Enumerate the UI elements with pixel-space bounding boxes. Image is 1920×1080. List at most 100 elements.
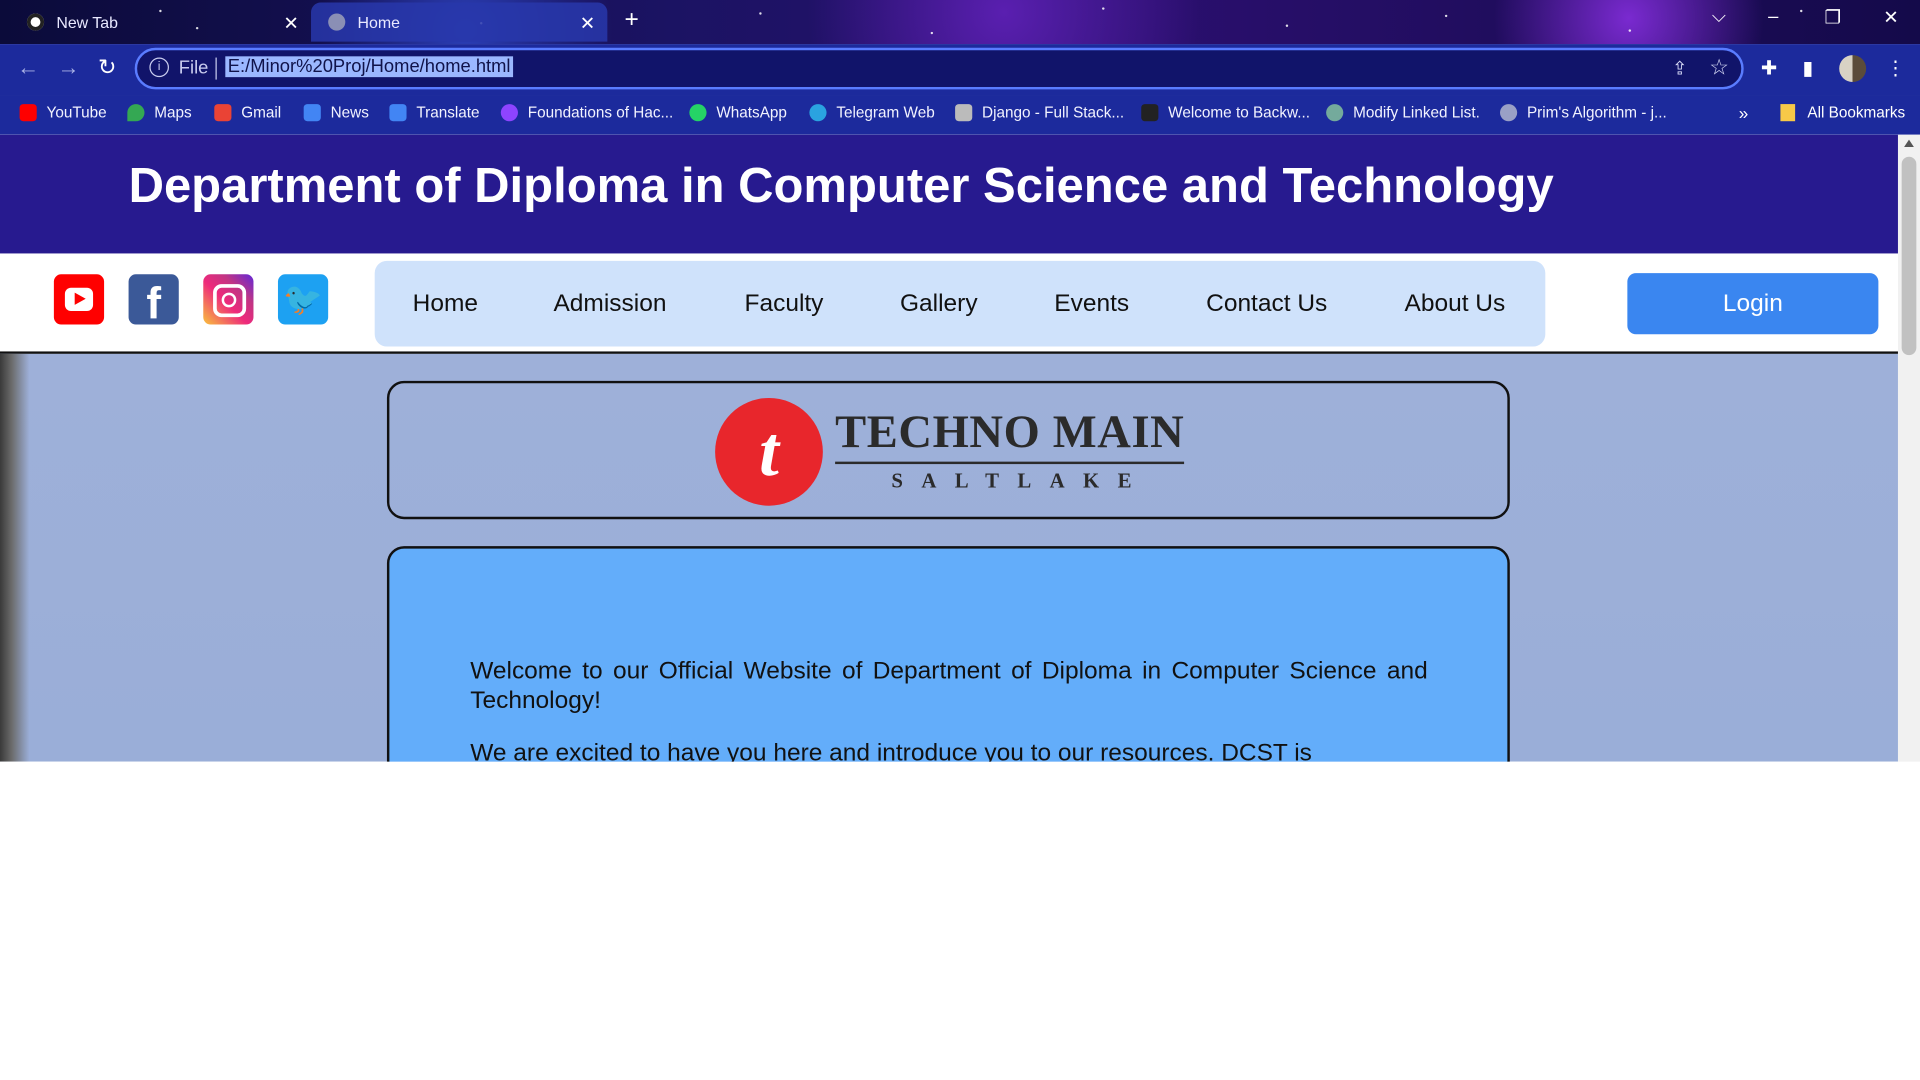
gmail-icon (214, 104, 232, 122)
share-icon[interactable]: ⇪ (1672, 58, 1687, 80)
globe-icon (328, 13, 346, 31)
tab-title: Home (357, 12, 401, 32)
bookmark-label: Maps (154, 104, 192, 122)
address-bar[interactable]: i File E:/Minor%20Proj/Home/home.html ⇪ … (134, 47, 1744, 90)
background-photo-pole (0, 353, 30, 762)
bookmark-label: News (330, 104, 369, 122)
url-text[interactable]: E:/Minor%20Proj/Home/home.html (225, 56, 513, 78)
tab-home[interactable]: Home ✕ (311, 2, 608, 42)
background-star (1628, 29, 1632, 32)
login-button[interactable]: Login (1627, 273, 1879, 335)
background-star (1444, 14, 1448, 18)
tab-search-dropdown-icon[interactable]: ⌵ (1712, 6, 1726, 27)
news-icon (303, 104, 321, 122)
bookmark-django[interactable]: Django - Full Stack... (955, 104, 1125, 122)
translate-icon (389, 104, 407, 122)
bookmark-label: Telegram Web (836, 104, 935, 122)
site-nav-row: f 🐦 Home Admission Faculty Gallery Event… (0, 253, 1898, 354)
bookmark-linked-list[interactable]: Modify Linked List. (1326, 104, 1480, 122)
welcome-paragraph-2: We are excited to have you here and intr… (470, 739, 1312, 762)
techno-logo-mark: t (715, 397, 823, 506)
tab-close-icon[interactable]: ✕ (580, 12, 595, 34)
all-bookmarks-button[interactable]: All Bookmarks (1780, 104, 1905, 122)
bookmark-label: Translate (416, 104, 480, 122)
nav-gallery[interactable]: Gallery (900, 290, 978, 318)
bookmark-youtube[interactable]: YouTube (19, 104, 107, 122)
welcome-box: Welcome to our Official Website of Depar… (386, 546, 1510, 762)
web-page: Department of Diploma in Computer Scienc… (0, 134, 1920, 762)
bookmark-gmail[interactable]: Gmail (214, 104, 282, 122)
nav-events[interactable]: Events (1054, 290, 1129, 318)
screenshot-root: New Tab ✕ Home ✕ + ⌵ – ❐ ✕ ← → ↻ i File … (0, 0, 1920, 1080)
extensions-puzzle-icon[interactable]: ✚ (1761, 56, 1777, 80)
django-icon (955, 104, 973, 122)
window-close-button[interactable]: ✕ (1883, 6, 1898, 28)
bookmark-label: Gmail (241, 104, 282, 122)
back-arrow-icon[interactable]: ← (17, 55, 39, 81)
bookmark-whatsapp[interactable]: WhatsApp (689, 104, 787, 122)
page-scrollbar[interactable] (1897, 134, 1920, 762)
bookmark-star-icon[interactable]: ☆ (1709, 55, 1729, 81)
profile-avatar[interactable] (1839, 55, 1867, 83)
forward-arrow-icon[interactable]: → (58, 55, 80, 81)
bookmark-label: Foundations of Hac... (527, 104, 674, 122)
scrollbar-thumb[interactable] (1901, 156, 1917, 356)
site-banner: Department of Diploma in Computer Scienc… (0, 134, 1898, 254)
site-info-icon[interactable]: i (149, 57, 169, 78)
restore-button[interactable]: ❐ (1825, 6, 1841, 28)
background-star (759, 12, 762, 15)
telegram-icon (809, 104, 827, 122)
nav-faculty[interactable]: Faculty (744, 290, 823, 318)
bookmarks-bar: YouTube Maps Gmail News Translate Founda… (0, 95, 1920, 135)
browser-tab-strip: New Tab ✕ Home ✕ + ⌵ – ❐ ✕ (0, 0, 1920, 45)
new-tab-button[interactable]: + (624, 6, 638, 34)
bookmark-foundations[interactable]: Foundations of Hac... (500, 104, 674, 122)
bookmark-label: Django - Full Stack... (982, 104, 1125, 122)
side-panel-icon[interactable]: ▮ (1802, 56, 1813, 80)
bookmark-label: Prim's Algorithm - j... (1526, 104, 1667, 122)
chatgpt-icon (1326, 104, 1344, 122)
bookmark-maps[interactable]: Maps (127, 104, 192, 122)
tab-title: New Tab (56, 12, 118, 32)
scheme-label: File (178, 57, 209, 79)
nav-contact-us[interactable]: Contact Us (1206, 290, 1327, 318)
chrome-icon (26, 13, 45, 31)
globe-icon (1500, 104, 1518, 122)
backw-icon (1141, 104, 1159, 122)
site-title: Department of Diploma in Computer Scienc… (128, 159, 1554, 214)
hero-section: t TECHNO MAIN SALTLAKE Welcome to our Of… (0, 353, 1898, 762)
bookmark-news[interactable]: News (303, 104, 369, 122)
whatsapp-icon (689, 104, 707, 122)
twitter-icon[interactable]: 🐦 (277, 274, 329, 325)
reload-icon[interactable]: ↻ (98, 55, 116, 81)
bookmark-label: Modify Linked List. (1353, 104, 1480, 122)
scroll-up-arrow-icon[interactable] (1904, 139, 1914, 147)
minimize-button[interactable]: – (1768, 6, 1778, 27)
browser-toolbar: ← → ↻ i File E:/Minor%20Proj/Home/home.h… (0, 44, 1920, 96)
bookmarks-overflow-icon[interactable]: » (1739, 103, 1749, 123)
nav-admission[interactable]: Admission (553, 290, 666, 318)
main-menu: Home Admission Faculty Gallery Events Co… (374, 260, 1546, 347)
college-logo-box: t TECHNO MAIN SALTLAKE (386, 380, 1510, 520)
bookmark-backw[interactable]: Welcome to Backw... (1141, 104, 1310, 122)
nav-home[interactable]: Home (413, 290, 478, 318)
address-separator (215, 57, 217, 80)
youtube-icon (19, 104, 37, 122)
bookmark-prims[interactable]: Prim's Algorithm - j... (1500, 104, 1667, 122)
nav-about-us[interactable]: About Us (1405, 290, 1506, 318)
bookmark-telegram[interactable]: Telegram Web (809, 104, 935, 122)
background-star (1800, 9, 1803, 13)
background-star (1285, 24, 1289, 27)
youtube-icon[interactable] (53, 274, 105, 325)
menu-kebab-icon[interactable]: ⋮ (1886, 56, 1906, 80)
instagram-icon[interactable] (203, 274, 254, 325)
tab-new-tab[interactable]: New Tab ✕ (10, 2, 311, 41)
tab-close-icon[interactable]: ✕ (283, 12, 298, 34)
maps-icon (127, 104, 145, 122)
course-icon (500, 104, 518, 122)
bookmark-label: Welcome to Backw... (1168, 104, 1310, 122)
background-star (930, 31, 934, 35)
facebook-icon[interactable]: f (128, 274, 179, 325)
bookmark-translate[interactable]: Translate (389, 104, 480, 122)
logo-subtitle: SALTLAKE (891, 468, 1150, 493)
